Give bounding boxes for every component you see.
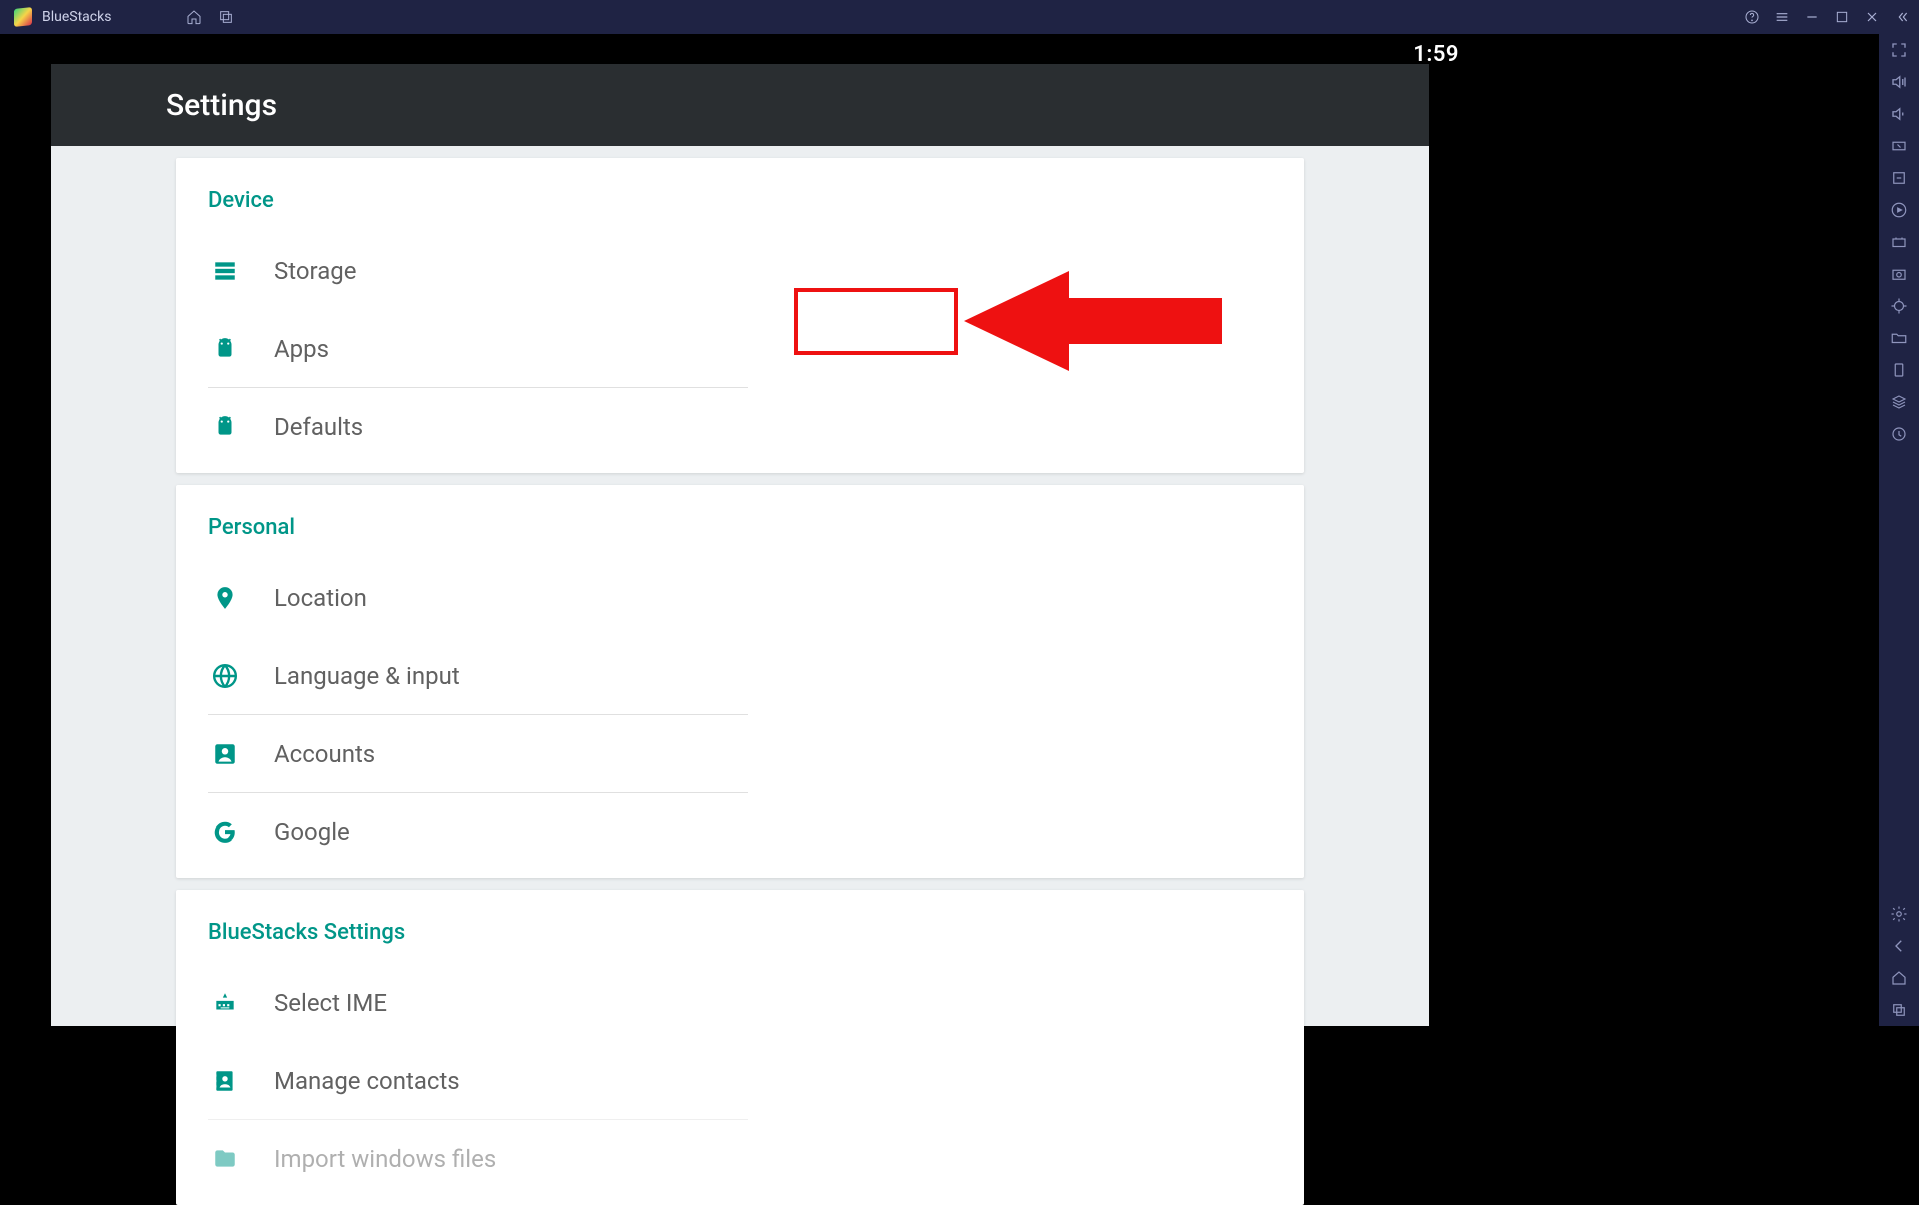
maximize-button[interactable] bbox=[1829, 0, 1855, 34]
sync-button[interactable] bbox=[1879, 386, 1919, 418]
page-title: Settings bbox=[166, 88, 277, 123]
item-label: Storage bbox=[274, 257, 356, 285]
bluestacks-titlebar: BlueStacks bbox=[0, 0, 1919, 34]
item-label: Manage contacts bbox=[274, 1067, 460, 1095]
recents-button[interactable] bbox=[1879, 994, 1919, 1026]
section-title-bluestacks: BlueStacks Settings bbox=[208, 920, 1272, 945]
section-personal: Personal Location Language & input Accou… bbox=[176, 485, 1304, 878]
location-icon bbox=[210, 583, 240, 613]
google-icon bbox=[210, 817, 240, 847]
keyboard-icon bbox=[210, 988, 240, 1018]
settings-header: Settings bbox=[51, 64, 1429, 146]
fullscreen-button[interactable] bbox=[1879, 34, 1919, 66]
settings-item-google[interactable]: Google bbox=[208, 792, 748, 870]
section-title-personal: Personal bbox=[208, 515, 1272, 540]
minimize-button[interactable] bbox=[1799, 0, 1825, 34]
folder-icon bbox=[210, 1144, 240, 1174]
account-icon bbox=[210, 739, 240, 769]
item-label: Defaults bbox=[274, 413, 363, 441]
storage-icon bbox=[210, 256, 240, 286]
bluestacks-sidebar bbox=[1879, 34, 1919, 1026]
section-device: Device Storage Apps Defaults bbox=[176, 158, 1304, 473]
settings-item-contacts[interactable]: Manage contacts bbox=[208, 1041, 748, 1119]
settings-item-apps[interactable]: Apps bbox=[208, 309, 748, 387]
section-bluestacks: BlueStacks Settings Select IME Manage co… bbox=[176, 890, 1304, 1205]
menu-button[interactable] bbox=[1769, 0, 1795, 34]
macro-button[interactable] bbox=[1879, 226, 1919, 258]
settings-item-language[interactable]: Language & input bbox=[208, 636, 748, 714]
settings-item-ime[interactable]: Select IME bbox=[208, 963, 748, 1041]
multi-instance-button[interactable] bbox=[213, 0, 239, 34]
close-button[interactable] bbox=[1859, 0, 1885, 34]
settings-item-location[interactable]: Location bbox=[208, 558, 748, 636]
item-label: Select IME bbox=[274, 989, 387, 1017]
home-button[interactable] bbox=[181, 0, 207, 34]
bluestacks-logo-icon bbox=[14, 7, 32, 27]
android-viewport: 1:59 Settings Device Storage Apps bbox=[0, 34, 1479, 1026]
install-apk-button[interactable] bbox=[1879, 162, 1919, 194]
back-button[interactable] bbox=[1879, 930, 1919, 962]
volume-up-button[interactable] bbox=[1879, 66, 1919, 98]
locate-button[interactable] bbox=[1879, 290, 1919, 322]
collapse-sidebar-button[interactable] bbox=[1889, 0, 1915, 34]
contacts-icon bbox=[210, 1066, 240, 1096]
help-button[interactable] bbox=[1739, 0, 1765, 34]
settings-button[interactable] bbox=[1879, 898, 1919, 930]
android-icon bbox=[210, 412, 240, 442]
section-title-device: Device bbox=[208, 188, 1272, 213]
app-name-label: BlueStacks bbox=[42, 9, 111, 25]
media-folder-button[interactable] bbox=[1879, 322, 1919, 354]
item-label: Language & input bbox=[274, 662, 460, 690]
item-label: Apps bbox=[274, 335, 329, 363]
item-label: Import windows files bbox=[274, 1145, 496, 1173]
settings-item-defaults[interactable]: Defaults bbox=[208, 387, 748, 465]
settings-item-import[interactable]: Import windows files bbox=[208, 1119, 748, 1197]
keymap-button[interactable] bbox=[1879, 130, 1919, 162]
screenshot-button[interactable] bbox=[1879, 258, 1919, 290]
shake-button[interactable] bbox=[1879, 418, 1919, 450]
item-label: Accounts bbox=[274, 740, 375, 768]
android-icon bbox=[210, 334, 240, 364]
globe-icon bbox=[210, 661, 240, 691]
settings-item-storage[interactable]: Storage bbox=[208, 231, 748, 309]
rotate-button[interactable] bbox=[1879, 354, 1919, 386]
item-label: Location bbox=[274, 584, 367, 612]
record-button[interactable] bbox=[1879, 194, 1919, 226]
android-home-button[interactable] bbox=[1879, 962, 1919, 994]
volume-down-button[interactable] bbox=[1879, 98, 1919, 130]
settings-item-accounts[interactable]: Accounts bbox=[208, 714, 748, 792]
android-settings-surface: Settings Device Storage Apps bbox=[51, 64, 1429, 1026]
item-label: Google bbox=[274, 818, 350, 846]
